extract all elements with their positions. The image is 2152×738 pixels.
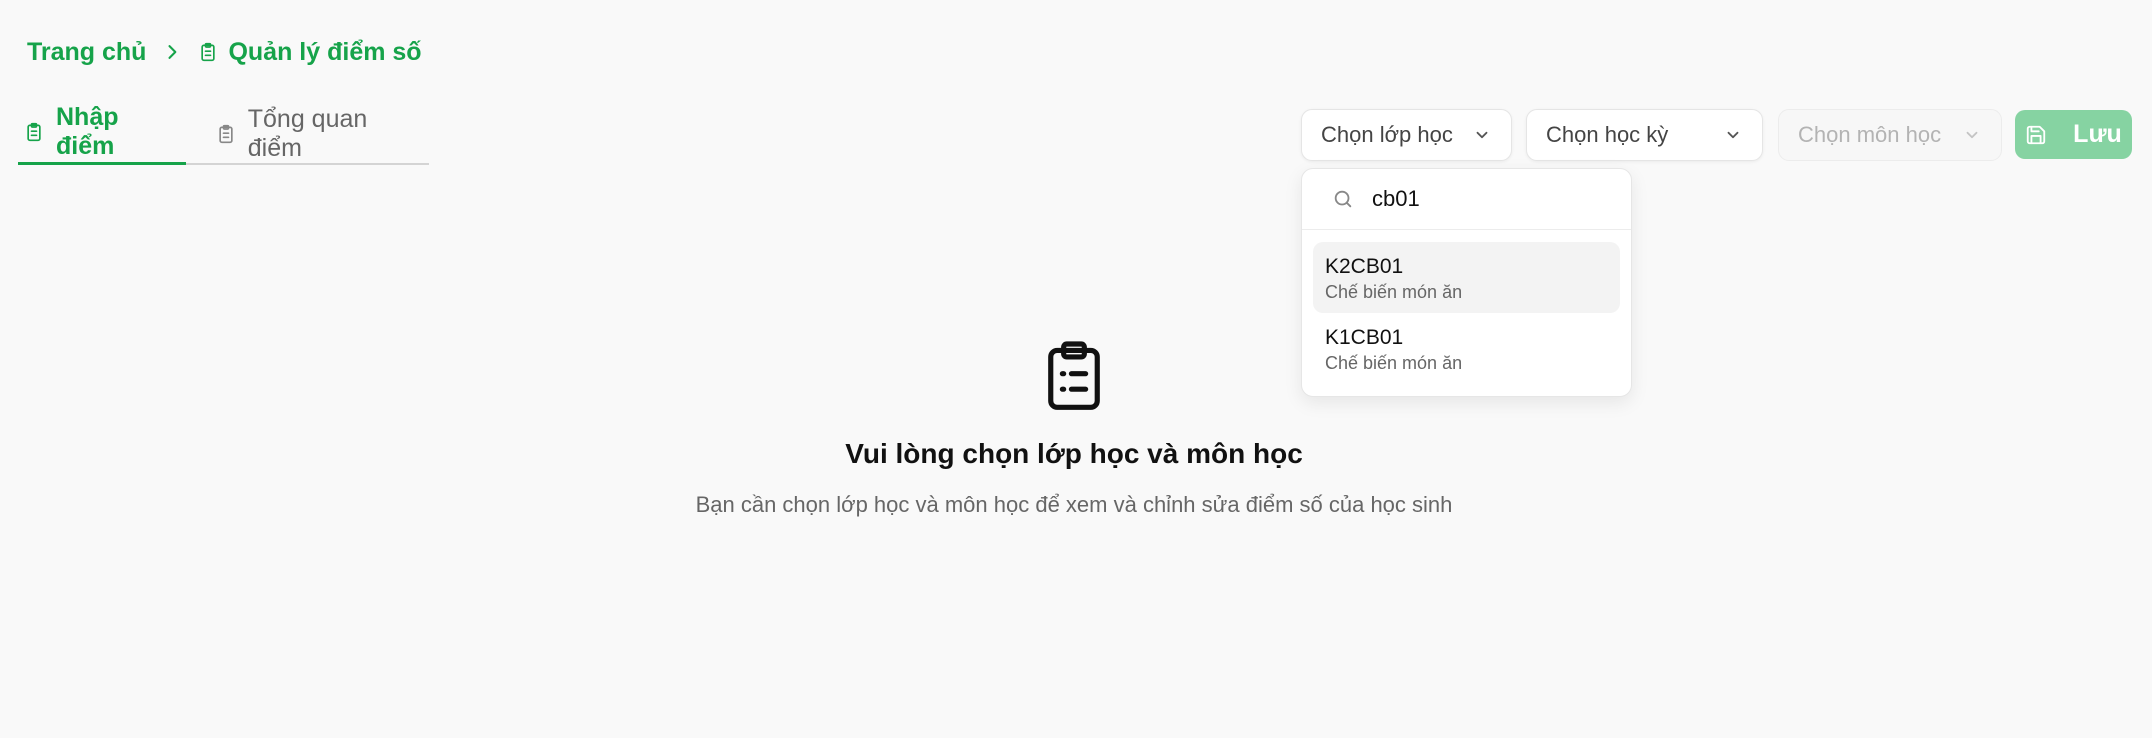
dropdown-search-input[interactable] xyxy=(1372,186,1622,212)
chevron-down-icon xyxy=(1473,126,1491,144)
tab-bar: Nhập điểm Tổng quan điểm xyxy=(18,103,429,165)
breadcrumb-current[interactable]: Quản lý điểm số xyxy=(198,37,422,67)
chevron-down-icon xyxy=(1963,126,1981,144)
breadcrumb: Trang chủ Quản lý điểm số xyxy=(27,34,422,70)
dropdown-search xyxy=(1302,169,1631,230)
subject-select-label: Chọn môn học xyxy=(1798,122,1942,147)
semester-select[interactable]: Chọn học kỳ xyxy=(1526,109,1763,161)
class-select[interactable]: Chọn lớp học xyxy=(1301,109,1512,161)
option-desc: Chế biến món ăn xyxy=(1325,282,1463,302)
breadcrumb-current-label: Quản lý điểm số xyxy=(228,37,422,66)
tab-tong-quan-diem[interactable]: Tổng quan điểm xyxy=(210,105,429,165)
chevron-right-icon xyxy=(162,42,182,62)
clipboard-icon xyxy=(24,121,44,143)
save-icon xyxy=(2025,124,2047,146)
search-icon xyxy=(1332,188,1354,210)
semester-select-label: Chọn học kỳ xyxy=(1546,122,1669,147)
tab-nhap-diem[interactable]: Nhập điểm xyxy=(18,103,186,165)
save-button[interactable]: Lưu xyxy=(2015,110,2132,159)
chevron-down-icon xyxy=(1724,126,1742,144)
tab-label: Tổng quan điểm xyxy=(247,104,368,162)
option-code: K2CB01 xyxy=(1325,255,1404,278)
empty-state: Vui lòng chọn lớp học và môn học Bạn cần… xyxy=(600,340,1548,518)
class-select-label: Chọn lớp học xyxy=(1321,122,1453,147)
tab-label: Nhập điểm xyxy=(56,103,119,160)
clipboard-icon xyxy=(216,123,236,145)
clipboard-icon xyxy=(198,41,218,63)
empty-state-title: Vui lòng chọn lớp học và môn học xyxy=(845,438,1303,469)
clipboard-list-icon xyxy=(1043,340,1105,410)
dropdown-option[interactable]: K2CB01 Chế biến món ăn xyxy=(1313,242,1620,313)
save-button-label: Lưu xyxy=(2073,120,2122,148)
subject-select[interactable]: Chọn môn học xyxy=(1778,109,2002,161)
breadcrumb-home[interactable]: Trang chủ xyxy=(27,38,146,67)
empty-state-description: Bạn cần chọn lớp học và môn học để xem v… xyxy=(695,492,1453,517)
